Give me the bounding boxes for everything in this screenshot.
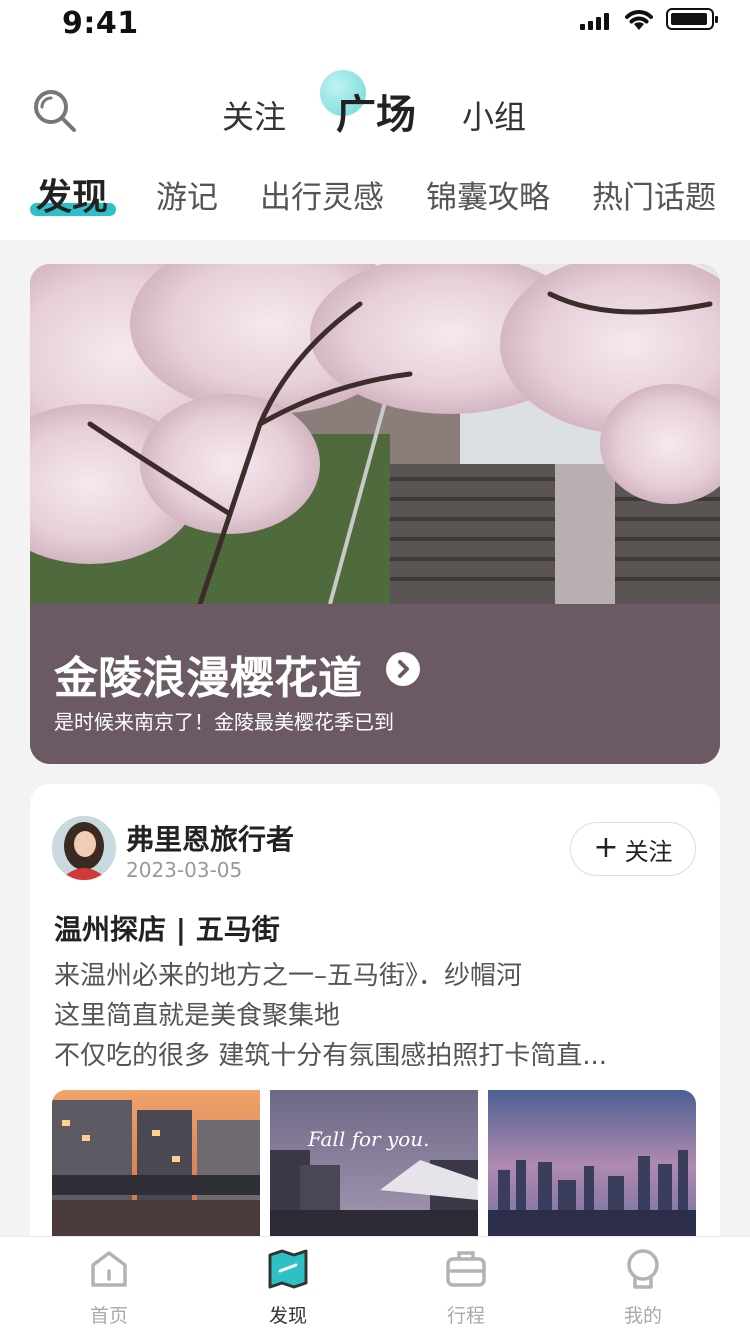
banner-subtitle: 是时候来南京了！金陵最美樱花季已到 [54,710,394,734]
post-body[interactable]: 来温州必来的地方之一–五马街》．纱帽河 这里简直就是美食聚集地 不仅吃的很多 建… [54,956,694,1076]
follow-label: 关注 [624,837,673,866]
post-body-line: 来温州必来的地方之一–五马街》．纱帽河 [54,961,523,991]
tab-itinerary-label: 行程 [446,1305,485,1327]
subtab-guides[interactable]: 锦囊攻略 [426,172,550,217]
map-icon [268,1249,308,1289]
tab-home-label: 首页 [89,1305,128,1327]
header: 关注 广场 小组 发现 游记 出行灵感 锦囊攻略 热门话题 [0,44,750,240]
fall-for-you-night-photo[interactable]: Fall for you. [270,1090,478,1240]
subtab-travelogue[interactable]: 游记 [156,172,218,217]
post-card[interactable]: 弗里恩旅行者 2023-03-05 + 关注 温州探店 | 五马街 来温州必来的… [30,784,720,1264]
profile-icon [627,1249,659,1289]
avatar[interactable] [52,816,116,880]
tab-groups[interactable]: 小组 [462,92,526,138]
tab-discover-label: 发现 [268,1305,307,1327]
tab-itinerary[interactable]: 行程 [406,1237,526,1334]
status-bar: 9:41 [0,0,750,44]
post-body-line: 这里简直就是美食聚集地 [54,1001,341,1031]
skyline-dusk-photo[interactable] [488,1090,696,1240]
subtab-inspiration[interactable]: 出行灵感 [260,172,384,217]
tab-home[interactable]: 首页 [49,1237,169,1334]
status-time: 9:41 [62,6,139,41]
post-photos: Fall for you. [52,1090,698,1240]
tab-follow[interactable]: 关注 [222,92,286,138]
city-sunset-photo[interactable] [52,1090,260,1240]
suitcase-icon [446,1251,486,1287]
post-title[interactable]: 温州探店 | 五马街 [54,908,280,948]
post-body-line: 不仅吃的很多 建筑十分有氛围感拍照打卡简直... [54,1041,608,1071]
cherry-blossom-photo [30,264,720,604]
post-date: 2023-03-05 [126,858,243,882]
feature-banner[interactable]: 金陵浪漫樱花道 是时候来南京了！金陵最美樱花季已到 [30,264,720,764]
photo-caption: Fall for you. [307,1127,430,1151]
tab-square[interactable]: 广场 [336,82,416,140]
banner-title: 金陵浪漫樱花道 [54,653,362,704]
chevron-right-icon[interactable] [386,652,420,686]
tab-profile-label: 我的 [623,1305,662,1327]
banner-caption: 金陵浪漫樱花道 是时候来南京了！金陵最美樱花季已到 [30,604,720,764]
top-tabs: 关注 广场 小组 [0,70,750,140]
signal-icon [580,12,609,30]
battery-icon [666,8,718,30]
home-icon [91,1251,127,1287]
tab-discover[interactable]: 发现 [228,1237,348,1334]
wifi-icon [625,10,653,30]
subtab-hot-topics[interactable]: 热门话题 [592,172,716,217]
tab-profile[interactable]: 我的 [583,1237,703,1334]
author-name[interactable]: 弗里恩旅行者 [126,818,294,858]
bottom-tab-bar: 首页 发现 行程 我的 [0,1236,750,1334]
category-tabs: 发现 游记 出行灵感 锦囊攻略 热门话题 [0,168,750,228]
subtab-discover[interactable]: 发现 [36,168,108,220]
follow-button[interactable]: + 关注 [570,822,696,876]
plus-icon: + [593,829,619,865]
